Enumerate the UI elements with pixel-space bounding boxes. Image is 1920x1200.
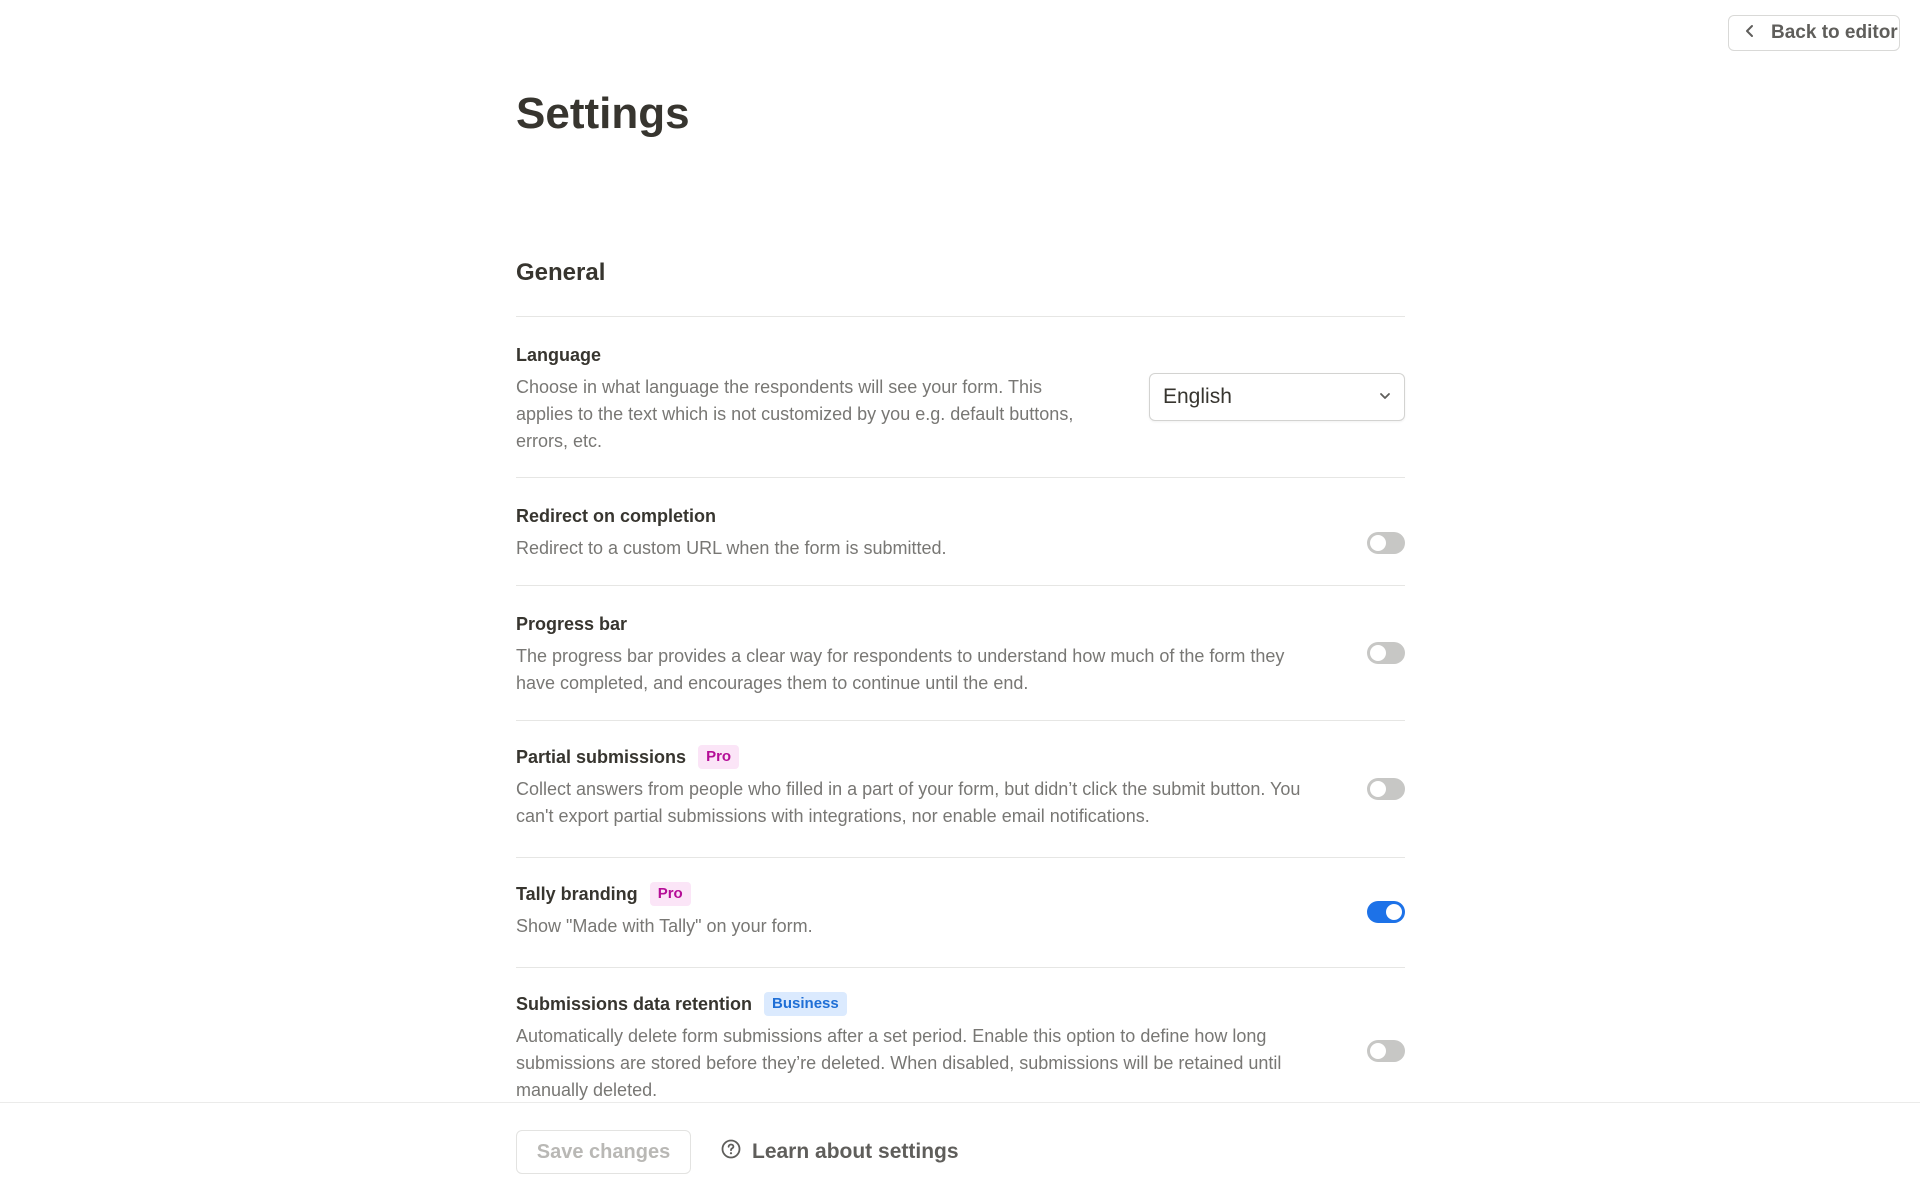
toggle-knob bbox=[1370, 535, 1386, 551]
back-to-editor-button[interactable]: Back to editor bbox=[1728, 15, 1900, 51]
setting-tally-branding-description: Show "Made with Tally" on your form. bbox=[516, 916, 813, 936]
partial-submissions-toggle[interactable] bbox=[1367, 778, 1405, 800]
divider bbox=[516, 585, 1405, 586]
toggle-knob bbox=[1370, 1043, 1386, 1059]
setting-progress-bar: Progress bar The progress bar provides a… bbox=[516, 612, 1405, 696]
divider bbox=[516, 857, 1405, 858]
divider bbox=[516, 967, 1405, 968]
setting-redirect-label: Redirect on completion bbox=[516, 506, 717, 526]
setting-partial-submissions-description: Collect answers from people who filled i… bbox=[516, 779, 1301, 826]
divider bbox=[516, 720, 1405, 721]
save-changes-button[interactable]: Save changes bbox=[516, 1130, 691, 1174]
setting-tally-branding: Tally branding Pro Show "Made with Tally… bbox=[516, 882, 1405, 944]
progress-bar-toggle[interactable] bbox=[1367, 642, 1405, 664]
back-to-editor-label: Back to editor bbox=[1771, 22, 1898, 43]
page-title: Settings bbox=[516, 89, 690, 138]
setting-language: Language Choose in what language the res… bbox=[516, 343, 1405, 451]
toggle-knob bbox=[1370, 781, 1386, 797]
question-circle-icon bbox=[721, 1139, 741, 1165]
setting-language-label: Language bbox=[516, 345, 602, 365]
setting-redirect: Redirect on completion Redirect to a cus… bbox=[516, 504, 1405, 564]
learn-about-settings-label: Learn about settings bbox=[752, 1140, 959, 1163]
setting-redirect-description: Redirect to a custom URL when the form i… bbox=[516, 538, 947, 558]
tally-branding-toggle[interactable] bbox=[1367, 901, 1405, 923]
chevron-down-icon bbox=[1378, 385, 1392, 409]
pro-badge: Pro bbox=[698, 745, 740, 769]
setting-progress-bar-label: Progress bar bbox=[516, 614, 628, 634]
data-retention-toggle[interactable] bbox=[1367, 1040, 1405, 1062]
setting-language-description: Choose in what language the respondents … bbox=[516, 377, 1074, 451]
toggle-knob bbox=[1386, 904, 1402, 920]
toggle-knob bbox=[1370, 645, 1386, 661]
business-badge: Business bbox=[764, 992, 847, 1016]
language-select-value: English bbox=[1163, 385, 1232, 408]
redirect-toggle[interactable] bbox=[1367, 532, 1405, 554]
setting-tally-branding-label: Tally branding Pro bbox=[516, 882, 1405, 906]
setting-data-retention-label: Submissions data retention Business bbox=[516, 992, 1405, 1016]
divider bbox=[516, 316, 1405, 317]
setting-partial-submissions-label: Partial submissions Pro bbox=[516, 745, 1405, 769]
setting-data-retention: Submissions data retention Business Auto… bbox=[516, 992, 1405, 1102]
setting-progress-bar-description: The progress bar provides a clear way fo… bbox=[516, 646, 1285, 693]
pro-badge: Pro bbox=[649, 882, 691, 906]
footer-bar: Save changes Learn about settings bbox=[0, 1102, 1920, 1200]
setting-partial-submissions: Partial submissions Pro Collect answers … bbox=[516, 745, 1405, 831]
section-title-general: General bbox=[516, 259, 606, 286]
divider bbox=[516, 477, 1405, 478]
learn-about-settings-link[interactable]: Learn about settings bbox=[721, 1130, 959, 1174]
language-select[interactable]: English bbox=[1149, 373, 1405, 421]
chevron-left-icon bbox=[1743, 22, 1757, 44]
setting-data-retention-description: Automatically delete form submissions af… bbox=[516, 1026, 1282, 1100]
